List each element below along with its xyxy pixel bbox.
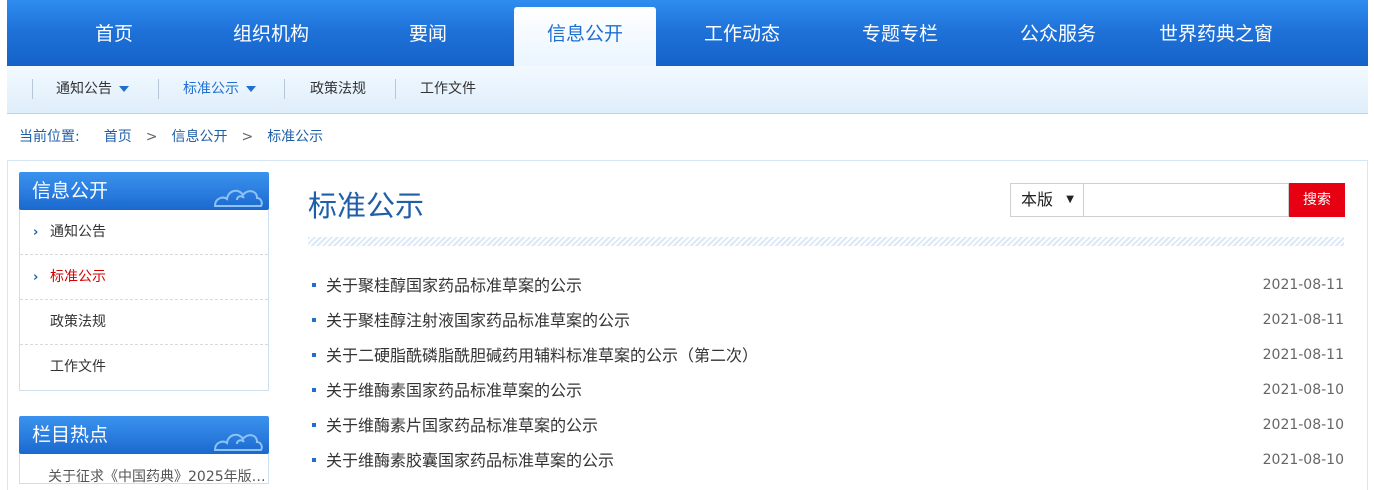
subnav-notices[interactable]: 通知公告: [56, 66, 129, 112]
breadcrumb-label: 当前位置:: [19, 129, 80, 145]
list-item-date: 2021-08-11: [1262, 312, 1344, 328]
list-item: 关于维酶素国家药品标准草案的公示 2021-08-10: [312, 373, 1344, 408]
sidebar-item-label: 工作文件: [50, 359, 106, 375]
list-item-title[interactable]: 关于聚桂醇注射液国家药品标准草案的公示: [326, 303, 630, 338]
list-item-date: 2021-08-10: [1262, 417, 1344, 433]
breadcrumb: 当前位置: 首页 > 信息公开 > 标准公示: [19, 126, 323, 148]
list-item-date: 2021-08-10: [1262, 382, 1344, 398]
triangle-down-icon: ▼: [1066, 194, 1074, 205]
caret-down-icon: [119, 86, 129, 92]
divider: [284, 79, 285, 99]
bullet-icon: [312, 353, 316, 357]
notice-list: 关于聚桂醇国家药品标准草案的公示 2021-08-11 关于聚桂醇注射液国家药品…: [312, 268, 1344, 478]
nav-home[interactable]: 首页: [43, 0, 185, 66]
subnav-work-documents[interactable]: 工作文件: [420, 66, 476, 112]
subnav-policies[interactable]: 政策法规: [310, 66, 366, 112]
list-item-title[interactable]: 关于维酶素国家药品标准草案的公示: [326, 373, 582, 408]
search-scope-value: 本版: [1021, 190, 1054, 209]
bullet-icon: [312, 388, 316, 392]
chevron-right-icon: ›: [33, 270, 39, 285]
hot-topics-section: 栏目热点 关于征求《中国药典》2025年版…: [19, 416, 269, 484]
list-item: 关于聚桂醇注射液国家药品标准草案的公示 2021-08-11: [312, 303, 1344, 338]
breadcrumb-info-disclosure[interactable]: 信息公开: [171, 129, 227, 145]
sidebar-list: › 通知公告 › 标准公示 政策法规 工作文件: [19, 210, 269, 391]
list-item: 关于维酶素片国家药品标准草案的公示 2021-08-10: [312, 408, 1344, 443]
subnav-label: 通知公告: [56, 81, 112, 97]
search-input[interactable]: [1084, 183, 1289, 217]
list-item-date: 2021-08-11: [1262, 277, 1344, 293]
chevron-right-icon: ›: [33, 225, 39, 240]
sidebar-item-notices[interactable]: › 通知公告: [20, 210, 268, 255]
cloud-ornament-icon: [213, 433, 263, 451]
sidebar-title: 信息公开: [32, 180, 109, 202]
sidebar-item-label: 政策法规: [50, 314, 106, 330]
hot-topics-list: 关于征求《中国药典》2025年版…: [19, 454, 269, 484]
divider: [395, 79, 396, 99]
hot-topics-header: 栏目热点: [19, 416, 269, 454]
sidebar-item-label: 标准公示: [50, 269, 106, 285]
nav-work-updates[interactable]: 工作动态: [671, 0, 813, 66]
sidebar-section: 信息公开 › 通知公告 › 标准公示 政策法规 工作文件: [19, 172, 269, 391]
nav-organization[interactable]: 组织机构: [200, 0, 342, 66]
breadcrumb-current[interactable]: 标准公示: [267, 129, 323, 145]
list-item-title[interactable]: 关于二硬脂酰磷脂酰胆碱药用辅料标准草案的公示（第二次）: [326, 338, 758, 373]
hot-topic-item[interactable]: 关于征求《中国药典》2025年版…: [48, 466, 268, 483]
sidebar-item-label: 通知公告: [50, 224, 106, 240]
main-navigation: 首页 组织机构 要闻 信息公开 工作动态 专题专栏 公众服务 世界药典之窗: [7, 0, 1368, 66]
list-item-date: 2021-08-11: [1262, 347, 1344, 363]
title-divider: [308, 237, 1344, 246]
sub-navigation: 通知公告 标准公示 政策法规 工作文件: [7, 66, 1368, 114]
nav-public-services[interactable]: 公众服务: [987, 0, 1129, 66]
nav-special-topics[interactable]: 专题专栏: [829, 0, 971, 66]
bullet-icon: [312, 458, 316, 462]
subnav-label: 标准公示: [183, 81, 239, 97]
caret-down-icon: [246, 86, 256, 92]
divider: [158, 79, 159, 99]
cloud-ornament-icon: [213, 189, 263, 207]
sidebar-header: 信息公开: [19, 172, 269, 210]
list-item-title[interactable]: 关于维酶素片国家药品标准草案的公示: [326, 408, 598, 443]
list-item: 关于二硬脂酰磷脂酰胆碱药用辅料标准草案的公示（第二次） 2021-08-11: [312, 338, 1344, 373]
bullet-icon: [312, 423, 316, 427]
subnav-standard-notices[interactable]: 标准公示: [183, 66, 256, 112]
divider: [32, 79, 33, 99]
breadcrumb-home[interactable]: 首页: [104, 129, 132, 145]
nav-world-pharmacopoeia[interactable]: 世界药典之窗: [1145, 0, 1287, 66]
sidebar-item-policies[interactable]: 政策法规: [20, 300, 268, 345]
sidebar-item-standard-notices[interactable]: › 标准公示: [20, 255, 268, 300]
bullet-icon: [312, 318, 316, 322]
sidebar-item-work-documents[interactable]: 工作文件: [20, 345, 268, 390]
hot-topics-title: 栏目热点: [32, 424, 109, 446]
list-item-title[interactable]: 关于维酶素胶囊国家药品标准草案的公示: [326, 443, 614, 478]
list-item: 关于聚桂醇国家药品标准草案的公示 2021-08-11: [312, 268, 1344, 303]
search-scope-select[interactable]: 本版 ▼: [1010, 183, 1084, 217]
search-button[interactable]: 搜索: [1289, 183, 1345, 217]
nav-news[interactable]: 要闻: [357, 0, 499, 66]
bullet-icon: [312, 283, 316, 287]
list-item-date: 2021-08-10: [1262, 452, 1344, 468]
breadcrumb-separator: >: [145, 129, 158, 145]
list-item-title[interactable]: 关于聚桂醇国家药品标准草案的公示: [326, 268, 582, 303]
list-item: 关于维酶素胶囊国家药品标准草案的公示 2021-08-10: [312, 443, 1344, 478]
breadcrumb-separator: >: [241, 129, 254, 145]
nav-info-disclosure[interactable]: 信息公开: [514, 7, 656, 66]
page-title: 标准公示: [308, 189, 425, 223]
